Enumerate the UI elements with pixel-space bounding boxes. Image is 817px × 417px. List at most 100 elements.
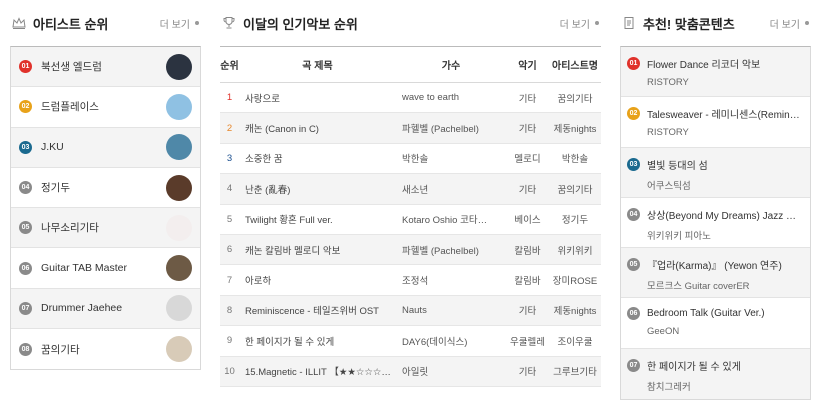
song-title-cell[interactable]: 사랑으로 [239,83,396,113]
recommend-list-item[interactable]: 01 Flower Dance 리코더 악보 RISTORY [621,47,810,98]
artist-name-cell: 꿈의기타 [557,93,593,105]
song-title-cell[interactable]: 난춘 (亂春) [239,174,396,204]
recommend-item-author: RISTORY [647,77,689,88]
artist-list-item[interactable]: 01 북선생 엘드럼 [11,47,200,88]
rank-badge: 01 [627,57,640,70]
rank-cell: 4 [226,183,233,195]
singer-cell: 파헬벨 (Pachelbel) [402,245,479,257]
recommend-item-line: 04 상상(Beyond My Dreams) Jazz VER. [627,207,804,222]
popular-sheet-more-link[interactable]: 더 보기 [560,16,599,31]
table-row[interactable]: 4 난춘 (亂春) 새소년 기타 꿈의기타 [220,173,601,205]
more-link-label: 더 보기 [159,19,190,31]
artist-ranking-title-text: 아티스트 순위 [33,16,109,32]
artist-ranking-panel: 아티스트 순위 더 보기 01 북선생 엘드럼 02 드럼플레이스 03 J.KU 04 정기… [10,0,201,371]
table-row[interactable]: 5 Twilight 황혼 Full ver. Kotaro Oshio 코타… 베이… [220,204,601,235]
artist-avatar[interactable] [166,134,192,161]
artist-list-item[interactable]: 06 Guitar TAB Master [11,248,200,289]
rank-badge: 03 [627,157,640,171]
recommend-list-item[interactable]: 05 『업라(Karma)』 (Yewon 연주) 모르크스 Guitar cove… [621,248,810,299]
artist-rank-group: 06 Guitar TAB Master [19,261,127,275]
table-row[interactable]: 8 Reminiscence - 테일즈위버 OST Nauts 기타 제동nights [220,295,601,326]
artist-rank-group: 03 J.KU [19,140,64,154]
recommend-list-item[interactable]: 03 별빛 등대의 섬 어쿠스틱섬 [621,147,810,198]
col-header-artist: 아티스트명 [552,61,598,72]
artist-rank-group: 08 꿈의기타 [19,342,80,357]
song-title-cell[interactable]: 아로하 [239,265,396,295]
song-title-cell[interactable]: 15.Magnetic - ILLIT 【★★☆☆☆… [239,356,396,386]
artist-ranking-more-link[interactable]: 더 보기 [160,16,199,31]
recommend-panel: 추천! 맞춤콘텐츠 더 보기 01 Flower Dance 리코더 악보 RIST… [620,0,811,401]
table-row[interactable]: 6 캐논 칼림바 멜로디 악보 파헬벨 (Pachelbel) 칼림바 위키위키 [220,234,601,265]
artist-rank-group: 02 드럼플레이스 [19,99,99,114]
artist-name-cell: 꿈의기타 [557,184,593,196]
table-row[interactable]: 2 캐논 (Canon in C) 파헬벨 (Pachelbel) 기타 제동night… [220,112,601,144]
artist-avatar[interactable] [166,295,192,322]
recommend-list: 01 Flower Dance 리코더 악보 RISTORY 02 Talesweave… [620,46,811,401]
artist-avatar[interactable] [166,93,192,120]
artist-list-item[interactable]: 08 꿈의기타 [11,329,200,369]
crown-icon [12,16,26,30]
song-title-cell[interactable]: 한 페이지가 될 수 있게 [239,326,396,356]
song-title-cell[interactable]: 캐논 칼림바 멜로디 악보 [239,234,396,264]
singer-cell: 조정석 [402,276,429,288]
recommend-item-title: Flower Dance 리코더 악보 [647,60,761,71]
artist-name: 나무소리기타 [41,222,99,235]
artist-name: Guitar TAB Master [41,262,127,275]
more-dot-icon [595,21,599,25]
trophy-icon [222,16,236,30]
rank-cell: 6 [226,244,233,256]
recommend-item-title: 한 페이지가 될 수 있게 [647,361,741,373]
artist-list-item[interactable]: 05 나무소리기타 [11,208,200,249]
artist-rank-group: 04 정기두 [19,180,70,195]
artist-avatar[interactable] [166,214,192,241]
recommend-item-title: 별빛 등대의 섬 [647,160,708,172]
recommend-list-item[interactable]: 06 Bedroom Talk (Guitar Ver.) GeeON [621,298,810,349]
song-title-cell[interactable]: Twilight 황혼 Full ver. [239,204,396,234]
rank-badge: 01 [19,60,32,74]
song-title-cell[interactable]: Reminiscence - 테일즈위버 OST [239,295,396,325]
artist-list-item[interactable]: 04 정기두 [11,168,200,209]
recommend-list-item[interactable]: 02 Talesweaver - 레미니센스(Reminisce… RISTORY [621,97,810,148]
recommend-item-author: 위키위키 피아노 [647,230,711,242]
popular-sheet-panel: 이달의 인기악보 순위 더 보기 순위 곡 제목 가수 악기 아티스트명 1 사랑… [220,0,601,387]
singer-cell: Nauts [402,304,427,316]
instrument-cell: 우쿨렐레 [510,336,545,348]
artist-name-cell: 제동nights [553,124,597,136]
rank-badge: 04 [19,181,32,195]
artist-name-cell: 위키위키 [557,245,593,257]
popular-sheet-header: 이달의 인기악보 순위 더 보기 [220,0,601,46]
recommend-title-text: 추천! 맞춤콘텐츠 [643,16,735,32]
artist-list-item[interactable]: 02 드럼플레이스 [11,87,200,128]
recommend-list-item[interactable]: 07 한 페이지가 될 수 있게 참치그레커 [621,348,810,400]
artist-avatar[interactable] [166,53,192,80]
artist-ranking-title: 아티스트 순위 [12,14,108,33]
song-title-cell[interactable]: 소중한 꿈 [239,143,396,173]
song-title-cell[interactable]: 캐논 (Canon in C) [239,113,396,143]
recommend-list-item[interactable]: 04 상상(Beyond My Dreams) Jazz VER. 위키위키 피아노 [621,198,810,249]
rank-cell: 9 [226,335,233,347]
more-dot-icon [805,21,809,25]
instrument-cell: 기타 [518,124,537,136]
instrument-cell: 칼림바 [514,276,541,288]
table-row[interactable]: 1 사랑으로 wave to earth 기타 꿈의기타 [220,83,601,113]
artist-list-item[interactable]: 07 Drummer Jaehee [11,288,200,330]
table-row[interactable]: 3 소중한 꿈 박한솔 멜로디 박한솔 [220,143,601,174]
table-row[interactable]: 10 15.Magnetic - ILLIT 【★★☆☆☆… 아일릿 기타 그루브기타 [220,356,601,387]
artist-name-cell: 정기두 [561,215,589,227]
table-row[interactable]: 9 한 페이지가 될 수 있게 DAY6(데이식스) 우쿨렐레 조이우쿨 [220,326,601,357]
rank-badge: 02 [627,107,640,121]
singer-cell: 박한솔 [402,154,429,166]
rank-badge: 07 [627,358,640,372]
recommend-item-line: 07 한 페이지가 될 수 있게 [627,358,804,373]
singer-cell: DAY6(데이식스) [402,336,468,348]
artist-avatar[interactable] [166,174,192,201]
artist-avatar[interactable] [166,336,192,363]
popular-sheet-title: 이달의 인기악보 순위 [222,14,358,33]
artist-list-item[interactable]: 03 J.KU [11,127,200,168]
artist-avatar[interactable] [166,255,192,282]
table-row[interactable]: 7 아로하 조정석 칼림바 장미ROSE [220,265,601,296]
artist-name-cell: 그루브기타 [553,367,597,379]
more-link-label: 더 보기 [769,19,800,31]
popular-sheet-title-text: 이달의 인기악보 순위 [243,16,358,32]
recommend-more-link[interactable]: 더 보기 [770,16,809,31]
